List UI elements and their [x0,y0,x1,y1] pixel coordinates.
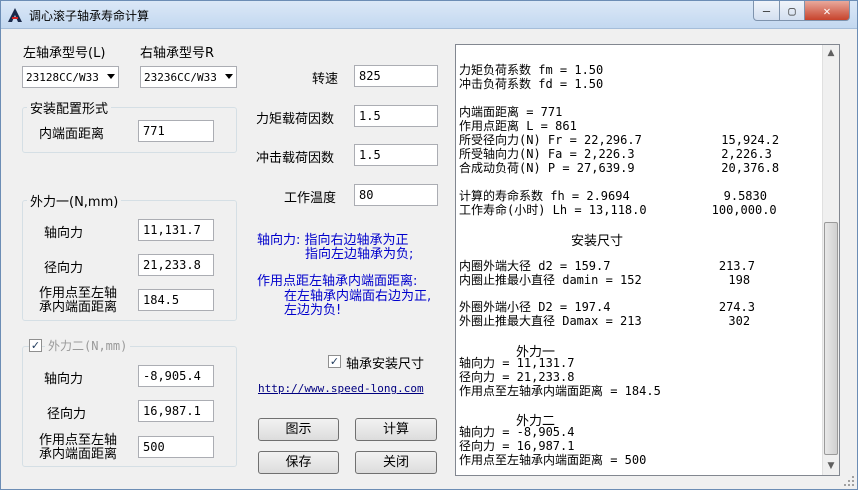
window-title: 调心滚子轴承寿命计算 [29,9,150,23]
force2-axial-input[interactable]: -8,905.4 [138,365,214,387]
force1-axial-input[interactable]: 11,131.7 [138,219,214,241]
force2-legend: 外力二(N,mm) [45,337,131,354]
scroll-thumb[interactable] [824,222,838,455]
output-line: 工作寿命(小时) Lh = 13,118.0 100,000.0 [459,203,777,217]
impact-factor-input[interactable]: 1.5 [354,144,438,166]
force1-radial-label: 径向力 [44,261,84,276]
scroll-down-icon[interactable]: ▼ [823,458,839,475]
output-line: 冲击负荷系数 fd = 1.50 [459,77,604,91]
left-bearing-label: 左轴承型号(L) [23,46,106,61]
left-bearing-select[interactable]: 23128CC/W33 [22,66,119,88]
point-note-line3: 左边为负! [284,303,342,318]
app-window: 调心滚子轴承寿命计算 — ▢ ✕ 左轴承型号(L) 23128CC/W33 右轴… [0,0,858,490]
speed-label: 转速 [312,72,339,87]
chevron-down-icon [107,74,115,79]
diagram-button[interactable]: 图示 [258,418,339,441]
inner-distance-label: 内端面距离 [39,127,105,142]
output-line: 径向力 = 16,987.1 [459,439,575,453]
install-config-legend: 安装配置形式 [27,98,112,117]
left-bearing-value: 23128CC/W33 [26,71,99,84]
resize-grip-icon[interactable] [843,475,855,487]
output-line: 内圈止推最小直径 damin = 152 198 [459,273,751,287]
app-logo-icon [8,8,22,22]
minimize-button[interactable]: — [753,1,780,21]
output-line: 轴向力 = -8,905.4 [459,425,575,439]
close-button[interactable]: 关闭 [355,451,437,474]
force1-point-label-line2: 承内端面距离 [39,300,118,315]
force1-radial-input[interactable]: 21,233.8 [138,254,214,276]
force2-radial-input[interactable]: 16,987.1 [138,400,214,422]
force2-radial-label: 径向力 [47,407,87,422]
force2-axial-label: 轴向力 [44,372,84,387]
right-bearing-label: 右轴承型号R [140,46,215,61]
force2-point-label-line1: 作用点至左轴 [39,433,118,448]
output-line: 所受径向力(N) Fr = 22,296.7 15,924.2 [459,133,780,147]
force2-point-input[interactable]: 500 [138,436,214,458]
title-bar[interactable]: 调心滚子轴承寿命计算 — ▢ ✕ [1,1,857,29]
right-bearing-select[interactable]: 23236CC/W33 [140,66,237,88]
calculate-button[interactable]: 计算 [355,418,437,441]
output-line: 外圈外端小径 D2 = 197.4 274.3 [459,300,755,314]
force1-point-input[interactable]: 184.5 [138,289,214,311]
mount-size-heading: 安装尺寸 [571,234,624,249]
output-line: 外圈止推最大直径 Damax = 213 302 [459,314,751,328]
force2-point-label-line2: 承内端面距离 [39,447,118,462]
force1-legend: 外力一(N,mm) [27,191,122,210]
output-line: 作用点距离 L = 861 [459,119,577,133]
close-window-button[interactable]: ✕ [804,1,850,21]
right-bearing-value: 23236CC/W33 [144,71,217,84]
output-line: 力矩负荷系数 fm = 1.50 [459,63,604,77]
axial-note-line2: 指向左边轴承为负; [305,247,414,262]
maximize-button[interactable]: ▢ [779,1,805,21]
output-line: 合成动负荷(N) P = 27,639.9 20,376.8 [459,161,780,175]
force2-point-label: 作用点至左轴 承内端面距离 [39,434,149,462]
output-line: 内圈外端大径 d2 = 159.7 213.7 [459,259,755,273]
force1-point-label-line1: 作用点至左轴 [39,286,118,301]
output-line: 径向力 = 21,233.8 [459,370,575,384]
result-output[interactable]: 力矩负荷系数 fm = 1.50 冲击负荷系数 fd = 1.50 内端面距离 … [455,44,840,476]
chevron-down-icon [225,74,233,79]
moment-factor-input[interactable]: 1.5 [354,105,438,127]
force2-checkbox[interactable]: ✓ [29,339,42,352]
output-line: 作用点至左轴承内端面距离 = 500 [459,453,647,467]
install-size-checkbox[interactable]: ✓ [328,355,341,368]
output-line: 作用点至左轴承内端面距离 = 184.5 [459,384,661,398]
output-line: 计算的寿命系数 fh = 2.9694 9.5830 [459,189,767,203]
work-temp-input[interactable]: 80 [354,184,438,206]
output-line: 轴向力 = 11,131.7 [459,356,575,370]
install-size-label: 轴承安装尺寸 [346,357,425,372]
work-temp-label: 工作温度 [284,191,337,206]
moment-factor-label: 力矩载荷因数 [256,112,335,127]
impact-factor-label: 冲击载荷因数 [256,151,335,166]
inner-distance-input[interactable]: 771 [138,120,214,142]
output-line: 所受轴向力(N) Fa = 2,226.3 2,226.3 [459,147,772,161]
output-line: 内端面距离 = 771 [459,105,563,119]
website-link[interactable]: http://www.speed-long.com [258,382,424,395]
force1-axial-label: 轴向力 [44,226,84,241]
force1-point-label: 作用点至左轴 承内端面距离 [39,287,149,315]
save-button[interactable]: 保存 [258,451,339,474]
scroll-up-icon[interactable]: ▲ [823,45,839,62]
speed-input[interactable]: 825 [354,65,438,87]
output-scrollbar[interactable]: ▲ ▼ [822,45,839,475]
